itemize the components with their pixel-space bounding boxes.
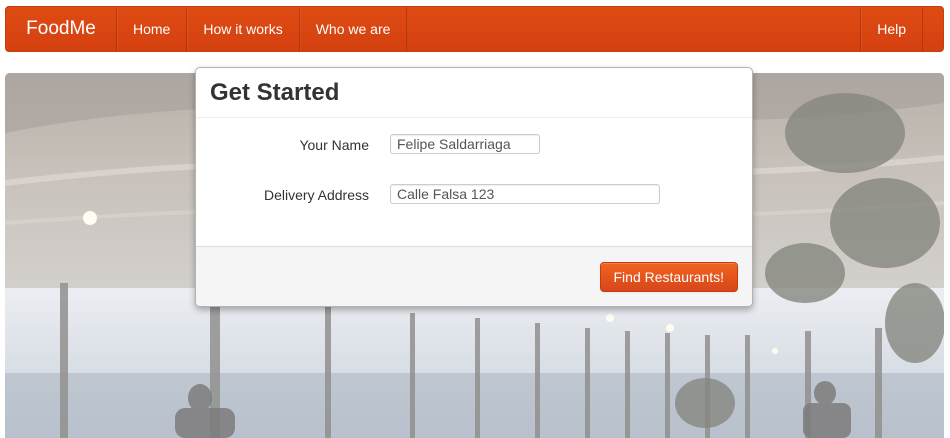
nav-home[interactable]: Home bbox=[116, 7, 186, 51]
modal-body: Your Name Delivery Address bbox=[196, 118, 752, 248]
modal-title: Get Started bbox=[210, 79, 340, 106]
name-label: Your Name bbox=[299, 137, 369, 153]
address-form-row: Delivery Address bbox=[196, 184, 752, 206]
name-form-row: Your Name bbox=[196, 134, 752, 156]
address-input[interactable] bbox=[390, 184, 660, 204]
modal-footer: Find Restaurants! bbox=[196, 246, 752, 306]
nav-help[interactable]: Help bbox=[860, 7, 923, 51]
nav-how-it-works[interactable]: How it works bbox=[186, 7, 298, 51]
modal-header: Get Started bbox=[196, 68, 752, 118]
nav-who-we-are[interactable]: Who we are bbox=[298, 7, 408, 51]
find-restaurants-button[interactable]: Find Restaurants! bbox=[599, 262, 738, 292]
name-input[interactable] bbox=[390, 134, 540, 154]
get-started-modal: Get Started Your Name Delivery Address F… bbox=[195, 67, 753, 307]
top-navbar: FoodMe Home How it works Who we are Help bbox=[5, 6, 944, 52]
brand-logo[interactable]: FoodMe bbox=[6, 7, 116, 51]
address-label: Delivery Address bbox=[263, 187, 369, 203]
